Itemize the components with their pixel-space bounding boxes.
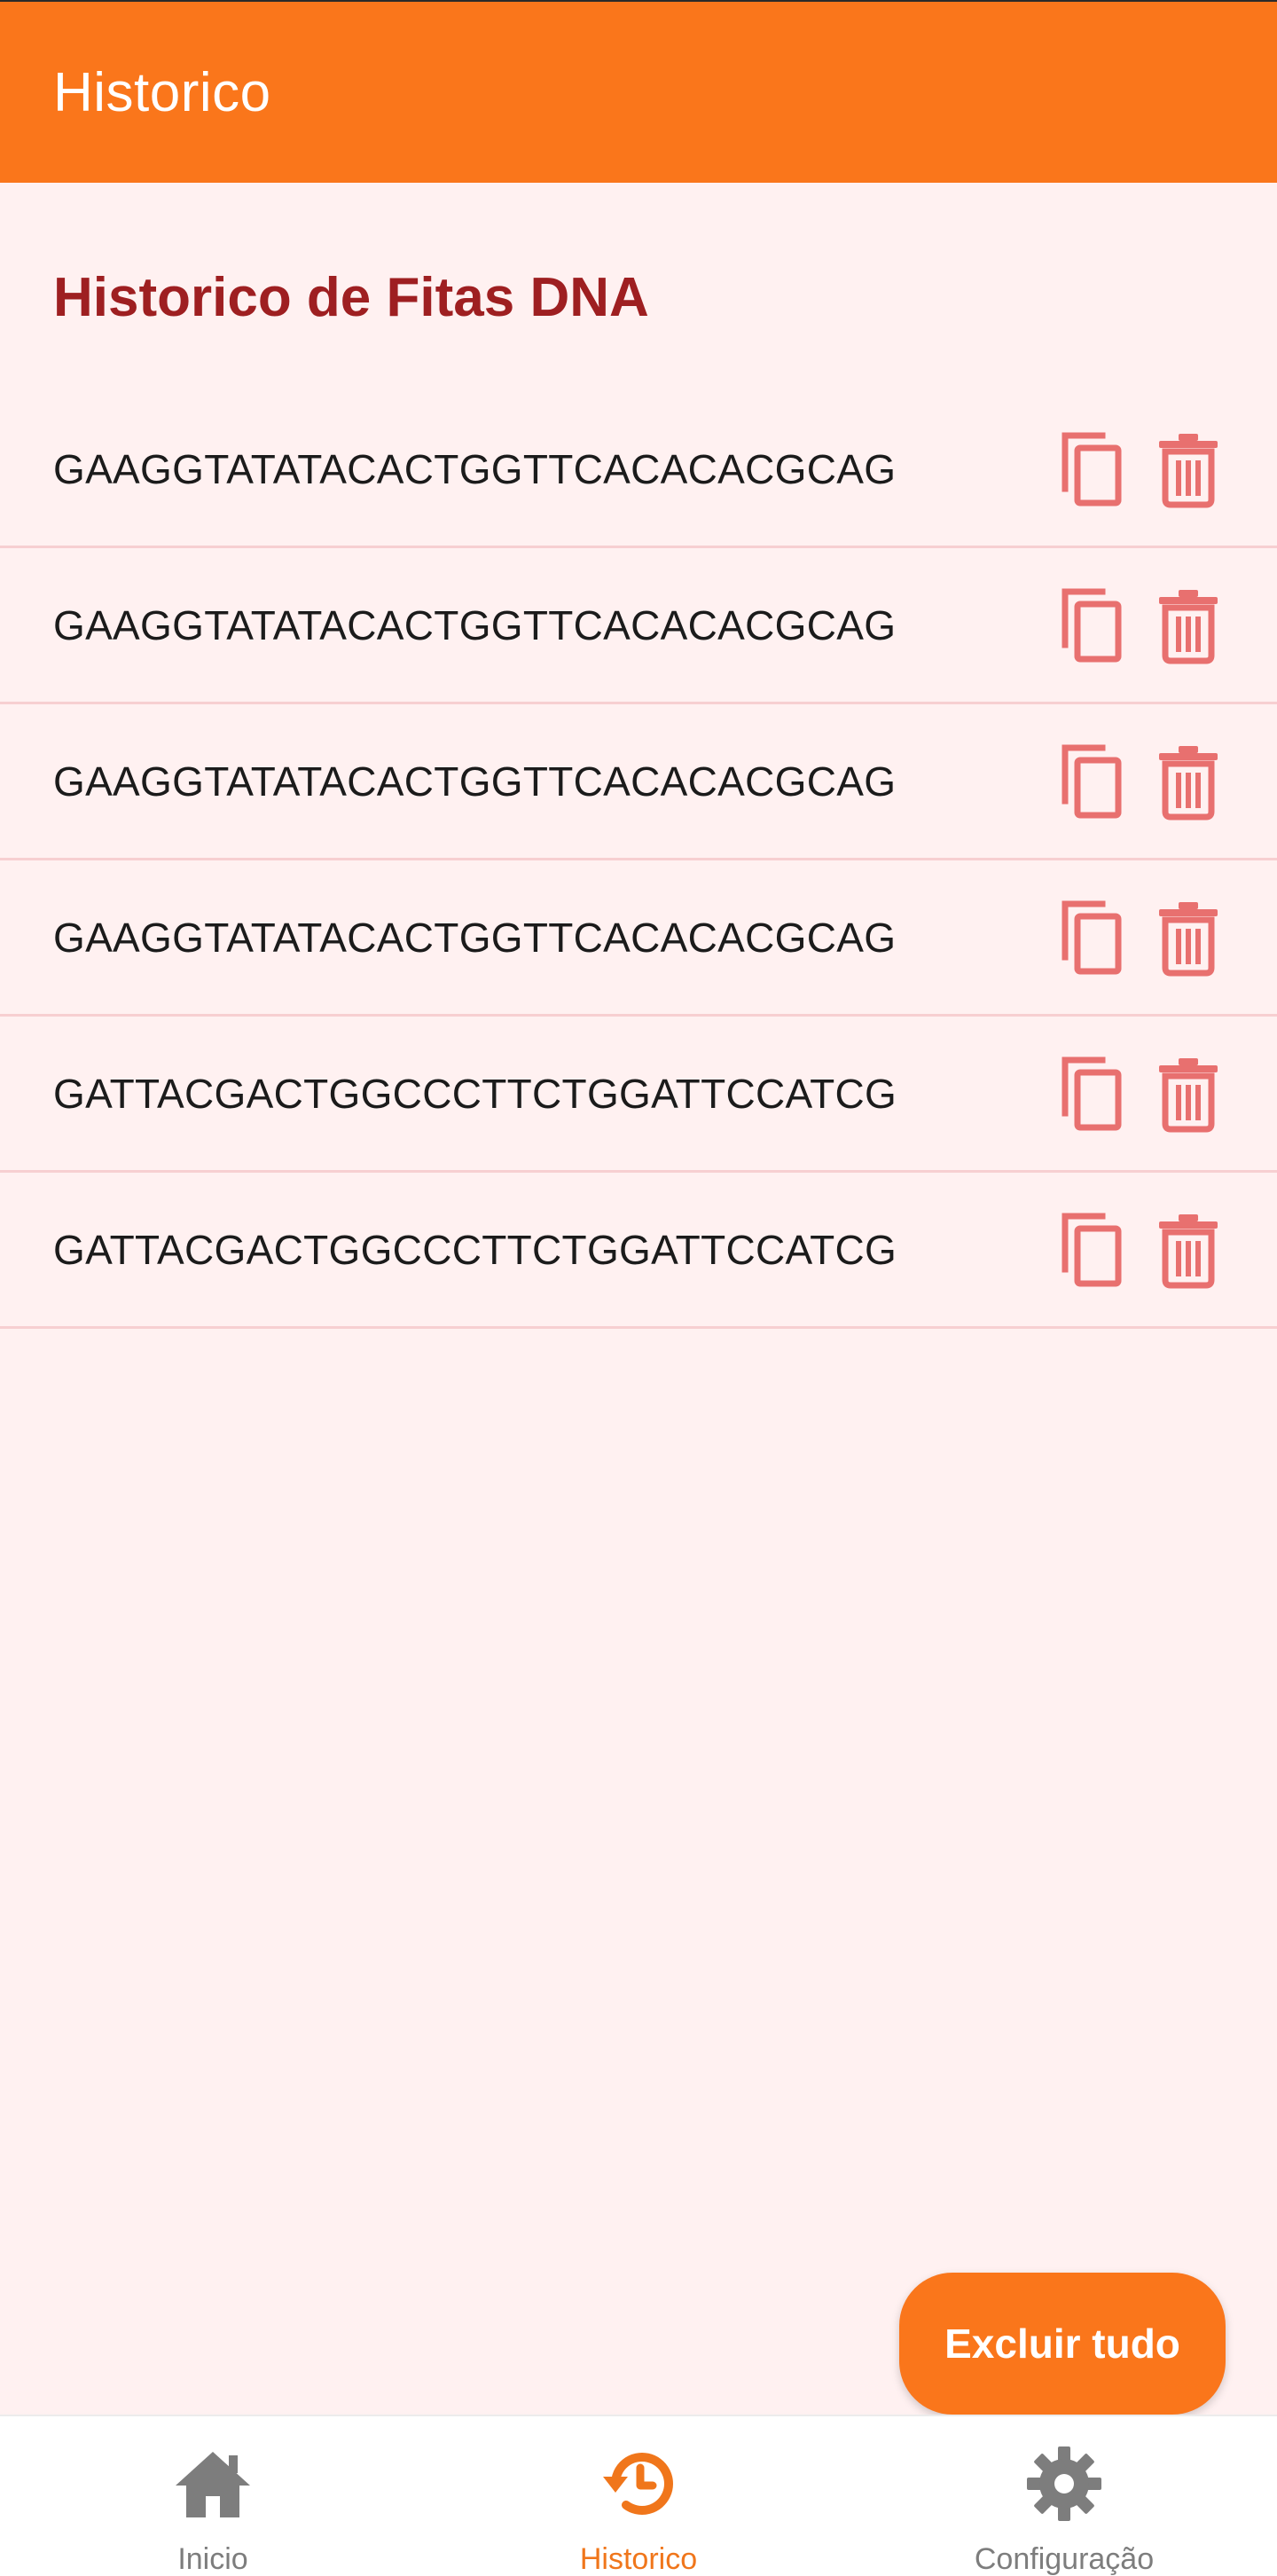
history-list: GAAGGTATATACACTGGTTCACACACGCAG GAAGGTATA… (0, 392, 1277, 1329)
gear-icon (1022, 2441, 1107, 2526)
nav-label-historico: Historico (579, 2542, 698, 2576)
copy-icon (1062, 432, 1122, 506)
nav-label-inicio: Inicio (177, 2542, 248, 2576)
nav-label-configuracao: Configuração (974, 2542, 1155, 2576)
dna-sequence-text: GAAGGTATATACACTGGTTCACACACGCAG (53, 601, 897, 648)
delete-button[interactable] (1149, 1055, 1227, 1133)
copy-icon (1062, 1213, 1122, 1286)
copy-button[interactable] (1052, 899, 1130, 977)
trash-icon (1159, 901, 1218, 976)
history-item: GAAGGTATATACACTGGTTCACACACGCAG (0, 548, 1277, 704)
delete-button[interactable] (1149, 899, 1227, 977)
copy-button[interactable] (1052, 1055, 1130, 1133)
trash-icon (1159, 589, 1218, 664)
delete-button[interactable] (1149, 1211, 1227, 1289)
delete-button[interactable] (1149, 586, 1227, 664)
copy-button[interactable] (1052, 1211, 1130, 1289)
dna-sequence-text: GAAGGTATATACACTGGTTCACACACGCAG (53, 758, 897, 805)
history-item: GATTACGACTGGCCCTTCTGGATTCCATCG (0, 1173, 1277, 1329)
dna-sequence-text: GAAGGTATATACACTGGTTCACACACGCAG (53, 914, 897, 961)
history-icon (596, 2441, 681, 2526)
home-icon (170, 2441, 255, 2526)
copy-icon (1062, 744, 1122, 818)
copy-button[interactable] (1052, 586, 1130, 664)
delete-button[interactable] (1149, 430, 1227, 508)
nav-item-inicio[interactable]: Inicio (0, 2416, 426, 2576)
nav-item-configuracao[interactable]: Configuração (851, 2416, 1277, 2576)
copy-icon (1062, 1056, 1122, 1130)
history-item: GAAGGTATATACACTGGTTCACACACGCAG (0, 392, 1277, 548)
dna-sequence-text: GATTACGACTGGCCCTTCTGGATTCCATCG (53, 1226, 897, 1273)
dna-sequence-text: GAAGGTATATACACTGGTTCACACACGCAG (53, 445, 897, 492)
trash-icon (1159, 1213, 1218, 1288)
trash-icon (1159, 745, 1218, 820)
app-bar-title: Historico (53, 61, 271, 123)
history-item: GATTACGACTGGCCCTTCTGGATTCCATCG (0, 1017, 1277, 1173)
app-screen: Historico Historico de Fitas DNA GAAGGTA… (0, 0, 1277, 2576)
copy-button[interactable] (1052, 430, 1130, 508)
app-bar: Historico (0, 0, 1277, 183)
trash-icon (1159, 433, 1218, 507)
history-item: GAAGGTATATACACTGGTTCACACACGCAG (0, 704, 1277, 860)
nav-item-historico[interactable]: Historico (426, 2416, 851, 2576)
delete-all-button[interactable]: Excluir tudo (899, 2273, 1226, 2415)
delete-button[interactable] (1149, 742, 1227, 821)
copy-button[interactable] (1052, 742, 1130, 821)
section-title: Historico de Fitas DNA (53, 267, 649, 328)
history-item: GAAGGTATATACACTGGTTCACACACGCAG (0, 860, 1277, 1017)
copy-icon (1062, 588, 1122, 662)
bottom-navigation: Inicio Historico Configuração (0, 2415, 1277, 2576)
trash-icon (1159, 1057, 1218, 1132)
dna-sequence-text: GATTACGACTGGCCCTTCTGGATTCCATCG (53, 1070, 897, 1117)
copy-icon (1062, 900, 1122, 974)
